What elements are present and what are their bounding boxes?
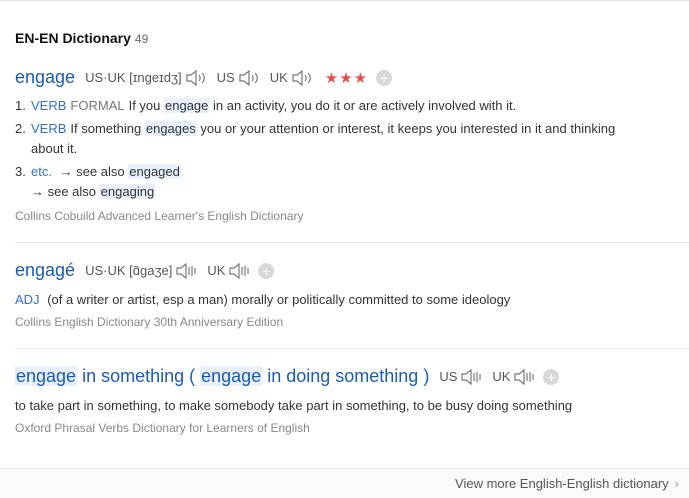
source-attribution: Collins English Dictionary 30th Annivers…: [15, 315, 284, 329]
see-also-label: → see also: [59, 164, 125, 179]
phonetic-text: [ɑ̃ɡaʒe]: [129, 263, 173, 278]
section-title: EN-EN Dictionary 49: [15, 30, 148, 46]
pronunciation-uk: UK: [207, 262, 250, 280]
divider: [15, 242, 689, 243]
source-attribution: Oxford Phrasal Verbs Dictionary for Lear…: [15, 421, 310, 435]
dictionary-panel: EN-EN Dictionary 49 engage US·UK [ɪnɡeɪdʒ…: [0, 0, 689, 498]
us-uk-label: US·UK: [85, 70, 126, 85]
pronunciation-us: US: [439, 368, 482, 386]
speaker-icon[interactable]: [185, 69, 207, 87]
pronunciation-us: US: [217, 69, 260, 87]
def-number: 2.: [15, 121, 26, 136]
def-number: 1.: [15, 98, 26, 113]
entry-engage-french: engagé US·UK [ɑ̃ɡaʒe] UK + ADJ (of a wri…: [15, 260, 689, 329]
phonetic-us-uk: US·UK [ɪnɡeɪdʒ]: [85, 69, 207, 87]
definition-3: 3. etc. → see also engaged → see also eng…: [15, 162, 689, 202]
phrase-text: in something (: [77, 366, 201, 386]
divider: [15, 348, 689, 349]
speaker-icon[interactable]: [238, 69, 260, 87]
phonetic-text: [ɪnɡeɪdʒ]: [129, 70, 182, 85]
add-icon[interactable]: +: [376, 69, 393, 86]
see-also-link[interactable]: engaging: [99, 184, 156, 199]
headword[interactable]: engage: [15, 67, 75, 88]
phrase-text: in doing something ): [262, 366, 430, 386]
definition-1: to take part in something, to make someb…: [15, 398, 573, 413]
highlighted-word: engage: [200, 366, 263, 386]
view-more-link[interactable]: View more English-English dictionary ›: [455, 476, 679, 491]
def-text: If you: [128, 98, 161, 113]
speaker-icon[interactable]: [228, 262, 250, 280]
uk-label: UK: [207, 263, 226, 278]
speaker-icon[interactable]: [175, 262, 197, 280]
footer: View more English-English dictionary ›: [0, 468, 689, 498]
phrase-headword[interactable]: engage in something ( engage in doing so…: [15, 366, 429, 387]
definition-2: 2. VERB If something engages you or your a…: [15, 119, 689, 159]
def-number: 3.: [15, 164, 26, 179]
see-also-label: → see also: [31, 184, 97, 199]
highlighted-word: engages: [144, 121, 197, 136]
part-of-speech: etc.: [31, 164, 52, 179]
uk-label: UK: [492, 369, 511, 384]
source-attribution: Collins Cobuild Advanced Learner's Engli…: [15, 209, 304, 223]
register-label: FORMAL: [70, 98, 125, 113]
speaker-icon[interactable]: [513, 368, 535, 386]
headword[interactable]: engagé: [15, 260, 75, 281]
definition-1: 1. VERB FORMAL If you engage in an activity…: [15, 96, 689, 116]
entry-count: 49: [134, 32, 149, 46]
highlighted-word: engage: [15, 366, 78, 386]
def-text-continued: about it.: [31, 141, 78, 156]
entry-engage-in-something: engage in something ( engage in doing so…: [15, 366, 689, 435]
part-of-speech: VERB: [31, 121, 67, 136]
us-label: US: [439, 369, 458, 384]
definition-1: ADJ (of a writer or artist, esp a man) m…: [15, 290, 689, 310]
entry-engage: engage US·UK [ɪnɡeɪdʒ] US UK ★★★ + 1. VER…: [15, 67, 689, 223]
entry-header: engage US·UK [ɪnɡeɪdʒ] US UK ★★★ +: [15, 67, 689, 88]
speaker-icon[interactable]: [291, 69, 313, 87]
pronunciation-uk: UK: [270, 69, 313, 87]
us-uk-label: US·UK: [85, 263, 126, 278]
def-text: If something: [70, 121, 142, 136]
see-also-link[interactable]: engaged: [128, 164, 181, 179]
def-text: (of a writer or artist, esp a man) moral…: [47, 292, 511, 307]
speaker-icon[interactable]: [460, 368, 482, 386]
section-title-text: EN-EN Dictionary: [15, 30, 131, 46]
entry-header: engagé US·UK [ɑ̃ɡaʒe] UK +: [15, 260, 689, 281]
highlighted-word: engage: [164, 98, 210, 113]
view-more-label: View more English-English dictionary: [455, 476, 669, 491]
see-also-row: → see also engaging: [15, 182, 689, 202]
us-label: US: [216, 70, 235, 85]
part-of-speech: ADJ: [15, 292, 40, 307]
def-text: in an activity, you do it or are activel…: [213, 98, 517, 113]
frequency-stars: ★★★: [324, 69, 369, 87]
pronunciation-uk: UK: [492, 368, 535, 386]
add-icon[interactable]: +: [258, 262, 275, 279]
part-of-speech: VERB: [31, 98, 67, 113]
uk-label: UK: [269, 70, 288, 85]
def-text: you or your attention or interest, it ke…: [200, 121, 616, 136]
phonetic-us-uk: US·UK [ɑ̃ɡaʒe]: [85, 262, 197, 280]
chevron-right-icon: ›: [674, 476, 679, 491]
add-icon[interactable]: +: [543, 368, 560, 385]
entry-header: engage in something ( engage in doing so…: [15, 366, 689, 387]
